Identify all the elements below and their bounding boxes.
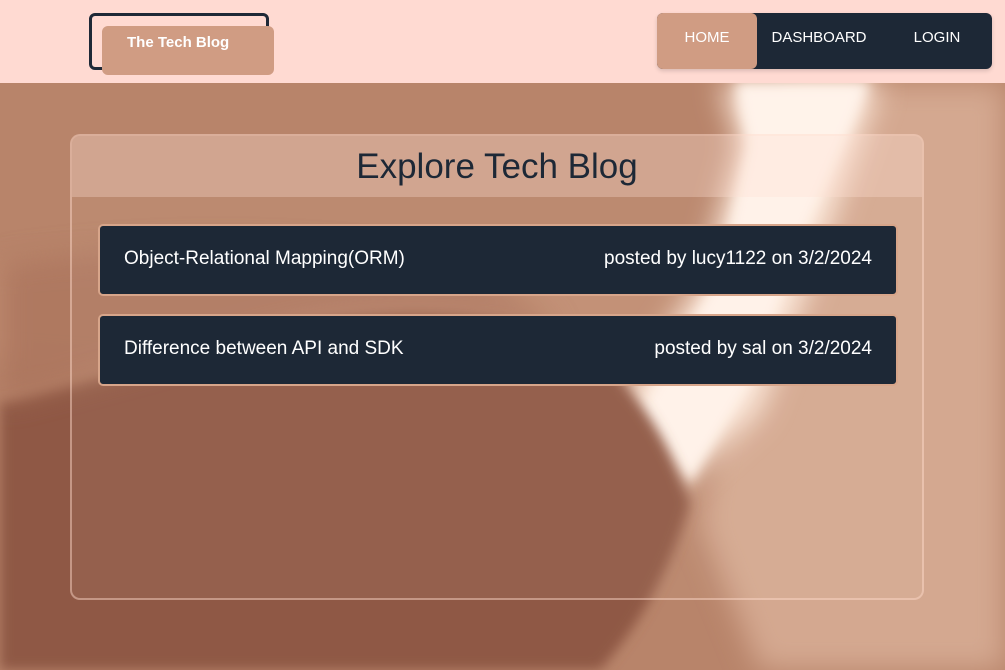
post-meta: posted by lucy1122 on 3/2/2024 (604, 248, 872, 269)
logo-button[interactable]: The Tech Blog (102, 26, 274, 75)
logo-text: The Tech Blog (127, 34, 230, 51)
nav-dashboard[interactable]: DASHBOARD (765, 13, 873, 69)
nav-login[interactable]: LOGIN (905, 13, 969, 69)
nav-home[interactable]: HOME (657, 13, 757, 69)
post-title: Object-Relational Mapping(ORM) (124, 248, 405, 269)
posts-card: Explore Tech Blog Object-Relational Mapp… (70, 134, 924, 600)
page-title: Explore Tech Blog (356, 147, 638, 186)
post-meta: posted by sal on 3/2/2024 (654, 338, 872, 359)
site-header: The Tech Blog HOME DASHBOARD LOGIN (0, 0, 1005, 83)
card-header: Explore Tech Blog (72, 136, 922, 197)
post-title: Difference between API and SDK (124, 338, 404, 359)
main-nav: HOME DASHBOARD LOGIN (657, 13, 992, 69)
post-item[interactable]: Difference between API and SDK posted by… (98, 314, 898, 386)
post-item[interactable]: Object-Relational Mapping(ORM) posted by… (98, 224, 898, 296)
